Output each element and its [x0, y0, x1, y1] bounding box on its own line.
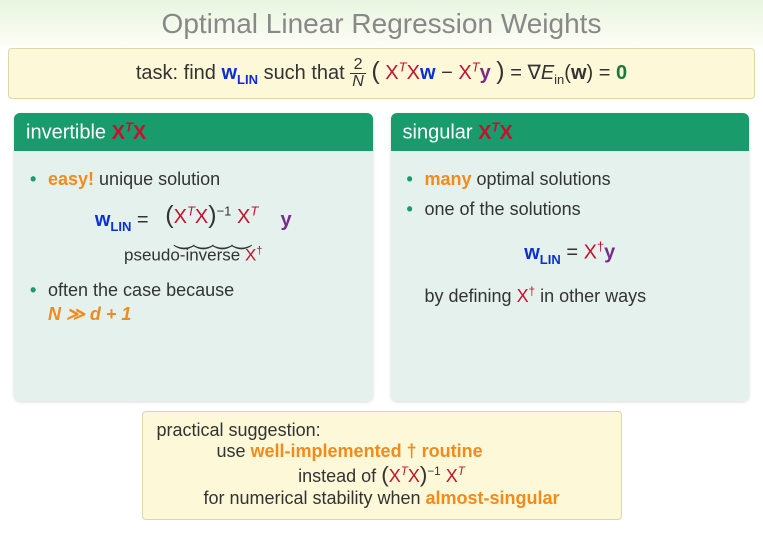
card-invertible: invertible XTX easy! unique solution wLI…: [14, 113, 373, 401]
sugg-l3: instead of (XTX)−1 XT: [157, 462, 607, 488]
eq1: =: [510, 62, 527, 84]
title-bar: Optimal Linear Regression Weights: [0, 0, 763, 46]
sugg-l2: use well-implemented † routine: [157, 441, 607, 462]
card-singular-header: singular XTX: [391, 113, 750, 151]
bullet-often: often the case because N ≫ d + 1: [30, 278, 357, 327]
sugg-l1: practical suggestion:: [157, 420, 607, 441]
bullet-one-of: one of the solutions: [407, 197, 734, 221]
w-lin: wLIN: [221, 62, 258, 84]
grad-E: ∇Ein(w): [527, 62, 598, 84]
formula-wlin-inverse: wLIN = (XTX)−1 XT ⏝⏝⏝⏝ y: [30, 201, 357, 241]
task-box: task: find wLIN such that 2N ( XTXw − XT…: [8, 48, 755, 99]
lparen: (: [371, 57, 379, 85]
bullet-many: many optimal solutions: [407, 167, 734, 191]
suggestion-box: practical suggestion: use well-implement…: [142, 411, 622, 520]
bullet-easy: easy! unique solution: [30, 167, 357, 191]
XtXw: XTXw: [385, 62, 441, 84]
pseudo-inverse-group: (XTX)−1 XT ⏝⏝⏝⏝: [165, 201, 258, 241]
by-defining: by defining X† in other ways: [407, 285, 734, 307]
XtX: XTX: [478, 122, 513, 144]
columns: invertible XTX easy! unique solution wLI…: [0, 99, 763, 407]
rparen: ): [496, 57, 504, 85]
Xty: XTy: [458, 62, 496, 84]
slide-title: Optimal Linear Regression Weights: [0, 8, 763, 40]
sugg-l4: for numerical stability when almost-sing…: [157, 488, 607, 509]
card-invertible-header: invertible XTX: [14, 113, 373, 151]
pseudo-inverse-label: pseudo-inverse X†: [30, 245, 357, 266]
task-mid: such that: [264, 62, 351, 84]
formula-wlin-dagger: wLIN = X†y: [407, 239, 734, 267]
XtX: XTX: [112, 122, 147, 144]
minus: −: [441, 62, 458, 84]
zero: 0: [616, 62, 627, 84]
eq2: =: [599, 62, 616, 84]
fraction-2N: 2N: [350, 57, 366, 90]
card-singular: singular XTX many optimal solutions one …: [391, 113, 750, 401]
task-prefix: task: find: [136, 62, 222, 84]
card-singular-body: many optimal solutions one of the soluti…: [391, 151, 750, 401]
underbrace-icon: ⏝⏝⏝⏝: [165, 232, 258, 241]
card-invertible-body: easy! unique solution wLIN = (XTX)−1 XT …: [14, 151, 373, 401]
